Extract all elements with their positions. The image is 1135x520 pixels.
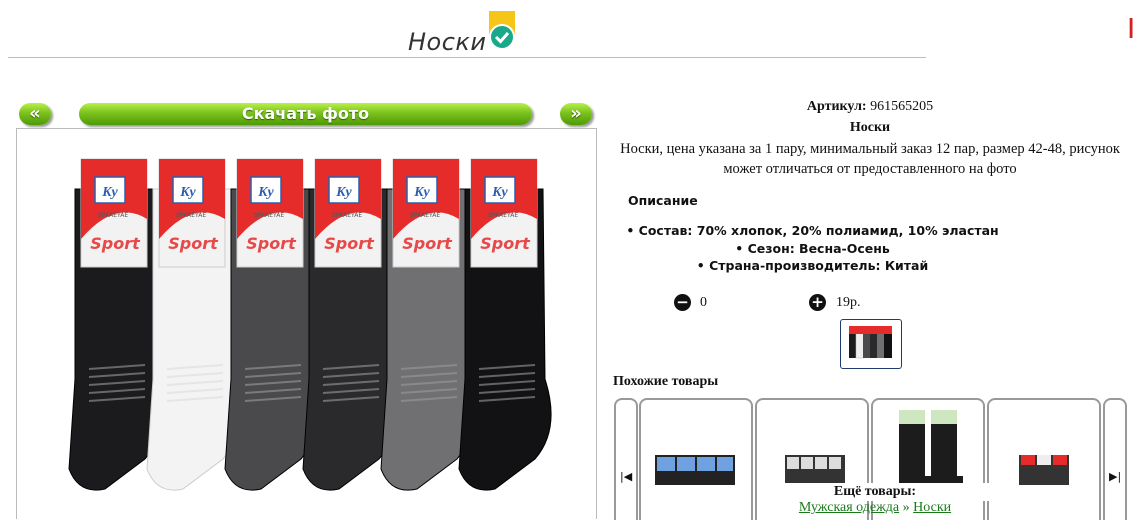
- socks-image: Ky SPKAEYAE Sport Ky SPKAEYAE Sport Ky SPKAEYAE…: [68, 158, 552, 491]
- carousel-next-button[interactable]: ▶|: [1103, 398, 1127, 520]
- similar-product-4-image: [1019, 455, 1069, 485]
- svg-text:Ky: Ky: [179, 185, 196, 200]
- product-description: Носки, цена указана за 1 пару, минимальн…: [620, 141, 1120, 177]
- more-products-title: Ещё товары:: [760, 483, 990, 501]
- svg-text:Sport: Sport: [402, 234, 453, 253]
- similar-products-title: Похожие товары: [613, 374, 719, 389]
- sock-1: Ky SPKAEYAE Sport: [68, 158, 162, 491]
- svg-text:SPKAEYAE: SPKAEYAE: [410, 212, 440, 219]
- sock-2: Ky SPKAEYAE Sport: [146, 158, 240, 491]
- svg-text:Ky: Ky: [413, 185, 430, 200]
- verified-badge-icon: [489, 11, 515, 50]
- svg-text:Sport: Sport: [480, 234, 531, 253]
- svg-text:Sport: Sport: [168, 234, 219, 253]
- svg-text:SPKAEYAE: SPKAEYAE: [98, 212, 128, 219]
- svg-text:Sport: Sport: [324, 234, 375, 253]
- breadcrumb-separator: »: [902, 500, 910, 515]
- product-name: Носки: [849, 120, 891, 135]
- prev-photo-button[interactable]: «: [19, 103, 51, 125]
- title-divider: [8, 57, 926, 58]
- similar-product-1-image: [655, 455, 735, 485]
- svg-text:SPKAEYAE: SPKAEYAE: [254, 212, 284, 219]
- product-photo[interactable]: Ky SPKAEYAE Sport Ky SPKAEYAE Sport Ky SPKAEYAE…: [16, 128, 597, 519]
- svg-text:Sport: Sport: [246, 234, 297, 253]
- subcategory-link[interactable]: Носки: [913, 500, 951, 515]
- sock-4: Ky SPKAEYAE Sport: [302, 158, 396, 491]
- corner-marker: |: [1128, 14, 1135, 38]
- thumbnail-socks-image: [849, 326, 892, 359]
- sock-6: Ky SPKAEYAE Sport: [458, 158, 552, 491]
- category-link[interactable]: Мужская одежда: [799, 500, 899, 515]
- sku-label: Артикул:: [806, 99, 867, 114]
- next-photo-button[interactable]: »: [560, 103, 592, 125]
- svg-text:Sport: Sport: [90, 234, 141, 253]
- attribute-country: Страна-производитель: Китай: [605, 257, 1020, 275]
- sock-5: Ky SPKAEYAE Sport: [380, 158, 474, 491]
- attribute-list: Состав: 70% хлопок, 20% полиамид, 10% эл…: [605, 222, 1020, 275]
- page-title: Носки: [408, 28, 487, 56]
- carousel-prev-button[interactable]: |◀: [614, 398, 638, 520]
- attribute-composition: Состав: 70% хлопок, 20% полиамид, 10% эл…: [605, 222, 1020, 240]
- similar-product-card-1[interactable]: [639, 398, 753, 520]
- decrease-quantity-icon[interactable]: −: [674, 294, 691, 311]
- skip-back-icon: |◀: [620, 470, 633, 483]
- similar-product-card-4[interactable]: [987, 398, 1101, 520]
- photo-thumbnail[interactable]: [840, 319, 902, 369]
- sku-value: 961565205: [870, 99, 934, 114]
- sku-line: Артикул: 961565205: [605, 99, 1135, 115]
- svg-text:Ky: Ky: [257, 185, 274, 200]
- price: 19р.: [836, 295, 861, 310]
- description-heading: Описание: [628, 193, 698, 208]
- quantity-value: 0: [700, 295, 707, 310]
- skip-forward-icon: ▶|: [1109, 470, 1122, 483]
- sock-3: Ky SPKAEYAE Sport: [224, 158, 318, 491]
- svg-text:Ky: Ky: [101, 185, 118, 200]
- svg-text:SPKAEYAE: SPKAEYAE: [332, 212, 362, 219]
- attribute-season: Сезон: Весна-Осень: [605, 240, 1020, 258]
- svg-text:Ky: Ky: [491, 185, 508, 200]
- svg-text:Ky: Ky: [335, 185, 352, 200]
- download-photo-button[interactable]: Скачать фото: [79, 103, 532, 125]
- svg-text:SPKAEYAE: SPKAEYAE: [176, 212, 206, 219]
- increase-quantity-icon[interactable]: +: [809, 294, 826, 311]
- svg-text:SPKAEYAE: SPKAEYAE: [488, 212, 518, 219]
